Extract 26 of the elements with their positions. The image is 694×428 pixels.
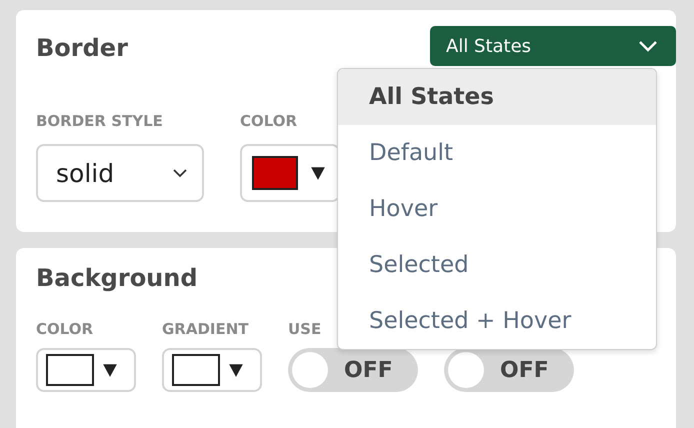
style-select[interactable]: solid xyxy=(36,144,204,202)
chevron-icon xyxy=(638,40,658,52)
toggle-switch[interactable]: OFF xyxy=(288,348,418,392)
field-label: COLOR xyxy=(240,112,298,130)
menu-item[interactable]: Selected + Hover xyxy=(338,293,656,349)
color-picker[interactable] xyxy=(36,348,136,392)
chevron-icon xyxy=(172,168,188,178)
section-title: Border xyxy=(36,34,128,62)
color-picker[interactable] xyxy=(240,144,340,202)
menu-item[interactable]: Selected xyxy=(338,237,656,293)
field-label: COLOR xyxy=(36,320,94,338)
section-title: Background xyxy=(36,264,198,292)
toggle-switch[interactable]: OFF xyxy=(444,348,574,392)
field-label: USE xyxy=(288,320,322,338)
dropdown-triangle-icon xyxy=(102,362,118,378)
field-label: GRADIENT xyxy=(162,320,250,338)
state-dropdown[interactable]: All States xyxy=(430,26,676,66)
toggle-knob xyxy=(448,352,484,388)
dropdown-triangle-icon xyxy=(228,362,244,378)
color-picker[interactable] xyxy=(162,348,262,392)
dropdown-triangle-icon xyxy=(310,165,326,181)
field-label: BORDER STYLE xyxy=(36,112,164,130)
menu-item[interactable]: Hover xyxy=(338,181,656,237)
menu-item[interactable]: All States xyxy=(338,69,656,125)
toggle-knob xyxy=(292,352,328,388)
menu-item[interactable]: Default xyxy=(338,125,656,181)
